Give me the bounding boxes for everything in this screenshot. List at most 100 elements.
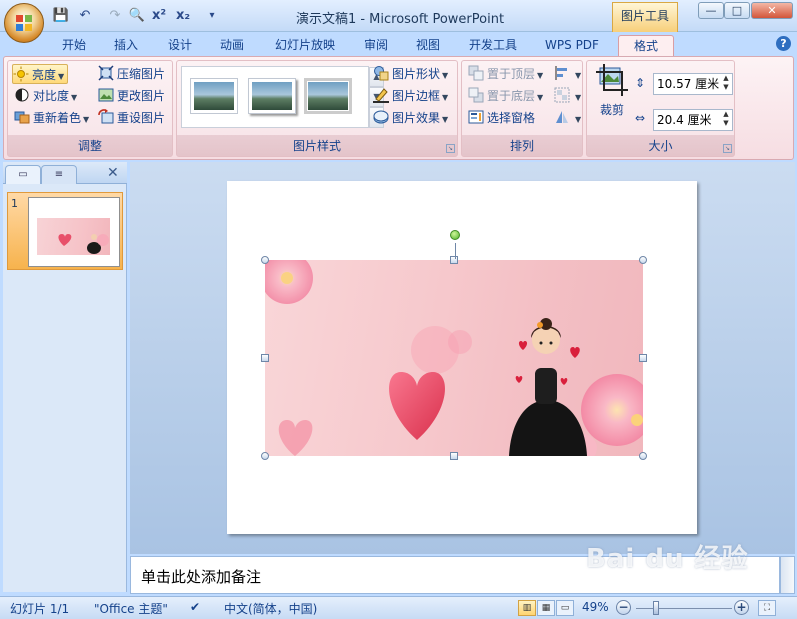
slides-pane-tabs: ▭ ≡ ✕ — [3, 162, 127, 184]
reset-picture-button[interactable]: 重设图片 — [98, 108, 165, 128]
theme-status[interactable]: "Office 主题" — [94, 600, 168, 617]
width-field[interactable]: 20.4 厘米 ▲ ▼ — [653, 109, 733, 131]
tab-developer[interactable]: 开发工具 — [462, 35, 524, 56]
close-button[interactable]: ✕ — [751, 2, 793, 19]
tab-format[interactable]: 格式 — [618, 35, 674, 56]
picture-style-gallery[interactable]: ▲ ▼ ▾ — [181, 66, 384, 128]
tab-wps-pdf[interactable]: WPS PDF — [538, 35, 606, 56]
resize-handle-top-right[interactable] — [639, 256, 647, 264]
selection-pane-button[interactable]: 选择窗格 — [468, 108, 535, 128]
tab-animations[interactable]: 动画 — [210, 35, 254, 56]
rotate-button[interactable]: ▼ — [554, 108, 581, 128]
height-field[interactable]: 10.57 厘米 ▲ ▼ — [653, 73, 733, 95]
send-to-back-button[interactable]: 置于底层 ▼ — [468, 86, 543, 106]
tab-review[interactable]: 审阅 — [354, 35, 398, 56]
picture-style-thumb-2[interactable] — [248, 78, 296, 114]
minimize-button[interactable]: — — [698, 2, 724, 19]
tab-insert[interactable]: 插入 — [104, 35, 148, 56]
group-button[interactable]: ▼ — [554, 86, 581, 106]
resize-handle-top-left[interactable] — [261, 256, 269, 264]
slide-thumbnail-item[interactable]: 1 — [7, 192, 123, 270]
fit-to-window-button[interactable]: ⛶ — [758, 600, 776, 616]
brightness-button[interactable]: 亮度 ▼ — [12, 64, 69, 84]
zoom-out-icon[interactable]: − — [616, 600, 631, 615]
zoom-in-icon[interactable]: + — [734, 600, 749, 615]
resize-handle-bottom-left[interactable] — [261, 452, 269, 460]
picture-effects-button[interactable]: 图片效果 ▼ — [373, 108, 448, 128]
shape-icon — [373, 65, 389, 81]
status-bar: 幻灯片 1/1 "Office 主题" ✔ 中文(简体，中国) ▥ ▦ ▭ 49… — [0, 596, 797, 619]
crop-label: 裁剪 — [599, 103, 624, 117]
resize-handle-bottom-right[interactable] — [639, 452, 647, 460]
adjust-group-label: 调整 — [77, 139, 102, 153]
compress-pictures-button[interactable]: 压缩图片 — [98, 64, 165, 84]
picture-style-thumb-1[interactable] — [190, 78, 238, 114]
picture-style-thumb-3[interactable] — [304, 78, 352, 114]
bring-front-icon — [468, 65, 484, 81]
tab-view[interactable]: 视图 — [406, 35, 450, 56]
rotation-handle[interactable] — [450, 230, 460, 240]
zoom-slider-track[interactable] — [636, 608, 732, 609]
help-icon[interactable]: ? — [776, 36, 791, 51]
bring-to-front-button[interactable]: 置于顶层 ▼ — [468, 64, 543, 84]
print-preview-icon[interactable]: 🔍 — [128, 7, 146, 25]
undo-icon[interactable]: ↶ — [76, 7, 94, 25]
resize-handle-right[interactable] — [639, 354, 647, 362]
brightness-label: 亮度 — [32, 68, 57, 82]
subscript-icon[interactable]: x₂ — [174, 7, 192, 25]
tab-slideshow[interactable]: 幻灯片放映 — [268, 35, 342, 56]
notes-placeholder: 单击此处添加备注 — [141, 568, 262, 586]
contrast-button[interactable]: 对比度 ▼ — [14, 86, 77, 106]
height-icon: ⇕ — [635, 76, 646, 90]
spin-arrows-icon[interactable]: ▲ ▼ — [721, 110, 731, 128]
save-icon[interactable]: 💾 — [52, 7, 70, 25]
spell-check-icon[interactable]: ✔ — [190, 600, 200, 614]
tab-home[interactable]: 开始 — [52, 35, 96, 56]
tab-slides[interactable]: ▭ — [5, 165, 41, 184]
slide-thumbnail — [28, 197, 120, 267]
superscript-icon[interactable]: x² — [150, 7, 168, 25]
picture-shape-button[interactable]: 图片形状 ▼ — [373, 64, 448, 84]
change-picture-button[interactable]: 更改图片 — [98, 86, 165, 106]
resize-handle-left[interactable] — [261, 354, 269, 362]
group-icon — [554, 87, 570, 103]
dialog-launcher-icon[interactable]: ↘ — [723, 144, 732, 153]
notes-scrollbar[interactable] — [780, 556, 795, 594]
slides-tab-icon: ▭ — [18, 169, 28, 180]
selection-pane-icon — [468, 109, 484, 125]
office-logo-icon — [16, 15, 32, 31]
selection-pane-label: 选择窗格 — [487, 111, 536, 125]
office-button[interactable] — [4, 3, 44, 43]
slide-canvas[interactable] — [227, 181, 697, 534]
slideshow-view-button[interactable]: ▭ — [556, 600, 574, 616]
resize-handle-top[interactable] — [450, 256, 458, 264]
slideshow-icon: ▭ — [560, 603, 570, 613]
zoom-level[interactable]: 49% — [582, 600, 609, 614]
chevron-down-icon: ▼ — [575, 71, 582, 80]
close-pane-icon[interactable]: ✕ — [107, 165, 119, 181]
zoom-slider-thumb[interactable] — [653, 601, 659, 615]
rotation-stem — [455, 243, 456, 259]
maximize-button[interactable]: □ — [724, 2, 750, 19]
contrast-icon — [14, 87, 30, 103]
crop-icon — [596, 64, 628, 96]
reset-picture-label: 重设图片 — [117, 111, 166, 125]
tab-outline[interactable]: ≡ — [41, 165, 77, 184]
align-button[interactable]: ▼ — [554, 64, 581, 84]
ribbon-tab-row: 开始 插入 设计 动画 幻灯片放映 审阅 视图 开发工具 WPS PDF 格式 — [0, 32, 797, 56]
redo-icon[interactable]: ↷ — [106, 7, 124, 25]
language-status[interactable]: 中文(简体，中国) — [224, 600, 317, 617]
slide-sorter-button[interactable]: ▦ — [537, 600, 555, 616]
dialog-launcher-icon[interactable]: ↘ — [446, 144, 455, 153]
recolor-button[interactable]: 重新着色 ▼ — [14, 108, 89, 128]
selected-picture[interactable] — [265, 260, 643, 456]
customize-qat-icon[interactable]: ▾ — [203, 7, 221, 25]
recolor-label: 重新着色 — [33, 111, 82, 125]
spin-arrows-icon[interactable]: ▲ ▼ — [721, 74, 731, 92]
resize-handle-bottom[interactable] — [450, 452, 458, 460]
normal-view-button[interactable]: ▥ — [518, 600, 536, 616]
picture-border-button[interactable]: 图片边框 ▼ — [373, 86, 448, 106]
tab-design[interactable]: 设计 — [158, 35, 202, 56]
crop-button[interactable]: 裁剪 — [591, 64, 633, 122]
height-value: 10.57 厘米 — [657, 77, 720, 91]
